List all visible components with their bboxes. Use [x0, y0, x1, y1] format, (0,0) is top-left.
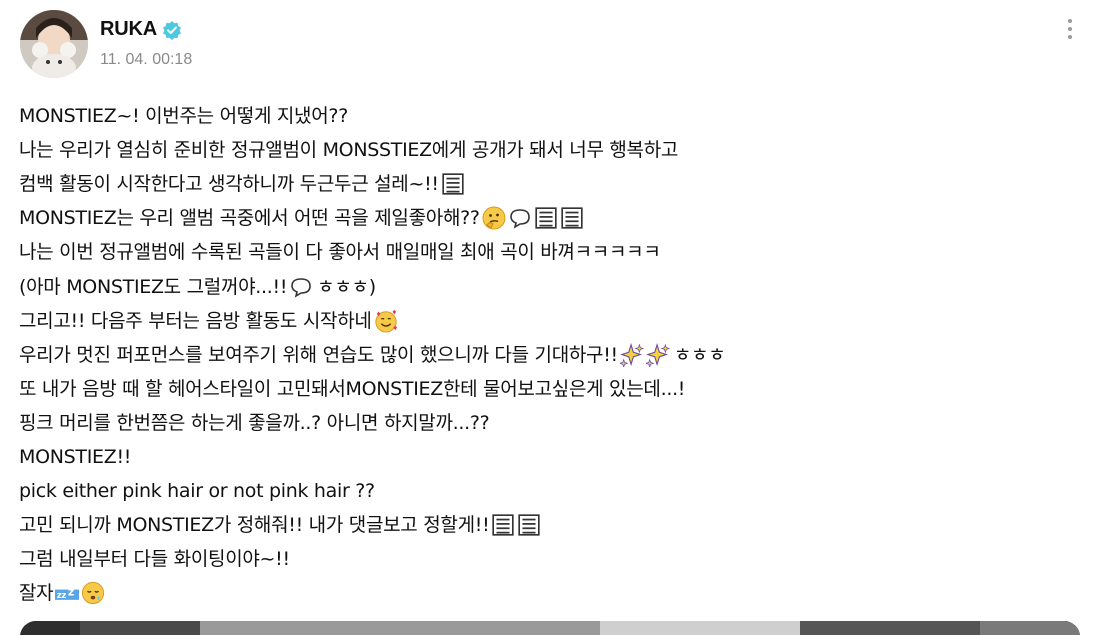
- post-text: 우리가 멋진 퍼포먼스를 보여주기 위해 연습도 많이 했으니까 다들 기대하구…: [19, 343, 618, 366]
- more-options-icon[interactable]: [1060, 12, 1080, 46]
- post-text: 고민 되니까 MONSTIEZ가 정해줘!! 내가 댓글보고 정할게!!: [19, 514, 490, 537]
- verified-badge-icon: [162, 20, 182, 40]
- speech-bubble-icon: [508, 206, 532, 230]
- notepad-icon: [560, 206, 584, 230]
- notepad-icon: [534, 206, 558, 230]
- thinking-face-icon: [482, 206, 506, 230]
- svg-text:zz: zz: [57, 592, 67, 602]
- post-photo[interactable]: [20, 621, 1080, 635]
- post-text: MONSTIEZ는 우리 앨범 곡중에서 어떤 곡을 제일좋아해??: [19, 207, 480, 230]
- notepad-icon: [491, 513, 515, 537]
- post-text: 나는 이번 정규앨범에 수록된 곡들이 다 좋아서 매일매일 최애 곡이 바껴ㅋ…: [19, 241, 661, 264]
- post-text-line: 컴백 활동이 시작한다고 생각하니까 두근두근 설레~!!: [19, 167, 1079, 201]
- post-text-suffix: ㅎㅎㅎ: [673, 343, 726, 366]
- post-text-line: 나는 이번 정규앨범에 수록된 곡들이 다 좋아서 매일매일 최애 곡이 바껴ㅋ…: [19, 235, 1079, 269]
- notepad-icon: [517, 513, 541, 537]
- post-text-line: 잘자 zz z: [19, 576, 1079, 610]
- post-text-suffix: ㅎㅎㅎ): [317, 275, 376, 298]
- post-text-line: pick either pink hair or not pink hair ?…: [19, 474, 1079, 508]
- post-text: 컴백 활동이 시작한다고 생각하니까 두근두근 설레~!!: [19, 173, 439, 196]
- post-text: 또 내가 음방 때 할 헤어스타일이 고민돼서MONSTIEZ한테 물어보고싶은…: [19, 377, 686, 400]
- speech-bubble-icon: [289, 275, 313, 299]
- avatar[interactable]: [20, 10, 88, 78]
- sleepy-face-icon: [81, 581, 105, 605]
- post-text-line: MONSTIEZ는 우리 앨범 곡중에서 어떤 곡을 제일좋아해??: [19, 201, 1079, 235]
- svg-text:z: z: [68, 586, 74, 599]
- post-text: 잘자: [19, 582, 54, 605]
- smiling-hearts-icon: [374, 309, 398, 333]
- notepad-icon: [441, 172, 465, 196]
- post-text-line: MONSTIEZ~! 이번주는 어떻게 지냈어??: [19, 99, 1079, 133]
- post-header: RUKA 11. 04. 00:18: [20, 8, 1090, 78]
- post-text-line: 나는 우리가 열심히 준비한 정규앨범이 MONSSTIEZ에게 공개가 돼서 …: [19, 133, 1079, 167]
- post-text-line: 우리가 멋진 퍼포먼스를 보여주기 위해 연습도 많이 했으니까 다들 기대하구…: [19, 338, 1079, 372]
- post-text: (아마 MONSTIEZ도 그럴꺼야...!!: [19, 275, 288, 298]
- post-text: 나는 우리가 열심히 준비한 정규앨범이 MONSSTIEZ에게 공개가 돼서 …: [19, 139, 679, 162]
- post-text-line: MONSTIEZ!!: [19, 440, 1079, 474]
- post-text: 그럼 내일부터 다들 화이팅이야~!!: [19, 548, 290, 571]
- zzz-icon: zz z: [55, 581, 80, 605]
- post-text-line: 그럼 내일부터 다들 화이팅이야~!!: [19, 542, 1079, 576]
- post-text-line: (아마 MONSTIEZ도 그럴꺼야...!! ㅎㅎㅎ): [19, 269, 1079, 303]
- post-text: MONSTIEZ!!: [19, 445, 132, 468]
- author-name[interactable]: RUKA: [100, 18, 157, 41]
- post-text-line: 고민 되니까 MONSTIEZ가 정해줘!! 내가 댓글보고 정할게!!: [19, 508, 1079, 542]
- post-text-line: 핑크 머리를 한번쯤은 하는게 좋을까..? 아니면 하지말까...??: [19, 406, 1079, 440]
- post-body: MONSTIEZ~! 이번주는 어떻게 지냈어?? 나는 우리가 열심히 준비한 …: [19, 99, 1079, 610]
- post-text: 그리고!! 다음주 부터는 음방 활동도 시작하네: [19, 309, 372, 332]
- post-timestamp: 11. 04. 00:18: [100, 51, 193, 68]
- post-text: 핑크 머리를 한번쯤은 하는게 좋을까..? 아니면 하지말까...??: [19, 411, 490, 434]
- avatar-image: [20, 10, 88, 78]
- post-text: pick either pink hair or not pink hair ?…: [19, 480, 375, 503]
- sparkles-icon: [618, 342, 645, 368]
- post-text-line: 또 내가 음방 때 할 헤어스타일이 고민돼서MONSTIEZ한테 물어보고싶은…: [19, 372, 1079, 406]
- post-text: MONSTIEZ~! 이번주는 어떻게 지냈어??: [19, 105, 348, 128]
- sparkles-icon: [644, 342, 671, 368]
- post-text-line: 그리고!! 다음주 부터는 음방 활동도 시작하네: [19, 304, 1079, 338]
